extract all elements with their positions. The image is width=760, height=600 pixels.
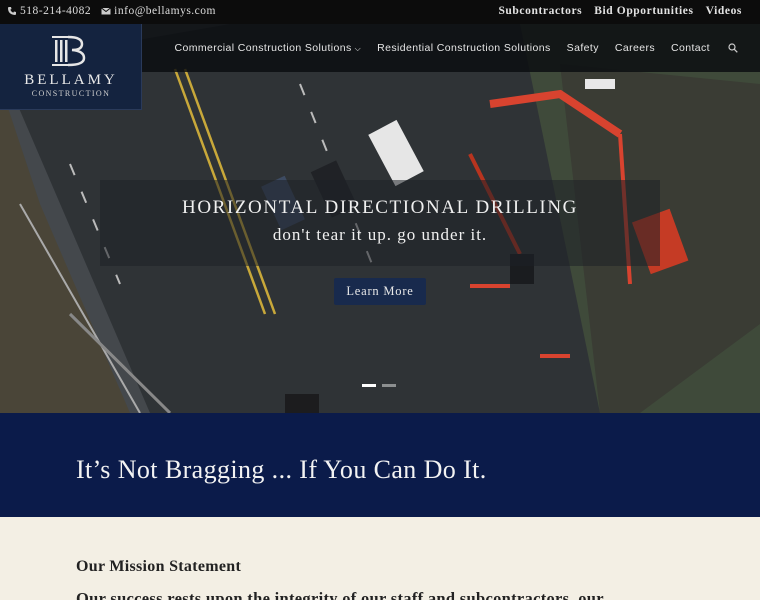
top-bar: 518-214-4082 info@bellamys.com Subcontra… — [0, 0, 760, 24]
nav-careers[interactable]: Careers — [615, 42, 655, 54]
hero-caption: HORIZONTAL DIRECTIONAL DRILLING don't te… — [100, 180, 660, 266]
nav-commercial-label: Commercial Construction Solutions — [174, 42, 352, 54]
tagline-text: It’s Not Bragging ... If You Can Do It. — [76, 455, 487, 484]
email-icon — [101, 7, 111, 15]
logo-name: BELLAMY — [24, 72, 118, 88]
bid-opportunities-link[interactable]: Bid Opportunities — [594, 5, 693, 17]
videos-link[interactable]: Videos — [706, 5, 742, 17]
phone-link[interactable]: 518-214-4082 — [7, 5, 91, 17]
chevron-down-icon: ⌵ — [354, 44, 362, 53]
slider-dot-2[interactable] — [382, 384, 396, 387]
subcontractors-link[interactable]: Subcontractors — [498, 5, 582, 17]
mission-text: Our success rests upon the integrity of … — [76, 589, 604, 600]
tagline-band: It’s Not Bragging ... If You Can Do It. — [0, 413, 760, 517]
search-icon[interactable] — [728, 43, 738, 53]
slider-dots — [362, 384, 396, 387]
main-nav: Commercial Construction Solutions ⌵ Resid… — [174, 42, 738, 54]
nav-residential[interactable]: Residential Construction Solutions — [377, 42, 551, 54]
logo-subtitle: CONSTRUCTION — [31, 89, 111, 98]
site-logo[interactable]: BELLAMY CONSTRUCTION — [0, 24, 142, 110]
nav-safety[interactable]: Safety — [567, 42, 599, 54]
slider-dot-1[interactable] — [362, 384, 376, 387]
nav-commercial[interactable]: Commercial Construction Solutions ⌵ — [174, 42, 361, 54]
email-address: info@bellamys.com — [114, 5, 216, 17]
phone-icon — [8, 7, 16, 15]
hero-title: HORIZONTAL DIRECTIONAL DRILLING — [182, 197, 578, 218]
learn-more-button[interactable]: Learn More — [334, 278, 426, 305]
hero-subtitle: don't tear it up. go under it. — [272, 225, 488, 244]
phone-number: 518-214-4082 — [20, 5, 92, 17]
mission-heading: Our Mission Statement — [76, 558, 242, 575]
logo-mark-icon — [52, 35, 86, 67]
mission-section: Our Mission Statement Our success rests … — [0, 517, 760, 600]
email-link[interactable]: info@bellamys.com — [101, 5, 216, 17]
nav-contact[interactable]: Contact — [671, 42, 710, 54]
contact-info: 518-214-4082 info@bellamys.com — [7, 5, 216, 17]
secondary-nav: Subcontractors Bid Opportunities Videos — [498, 5, 742, 17]
